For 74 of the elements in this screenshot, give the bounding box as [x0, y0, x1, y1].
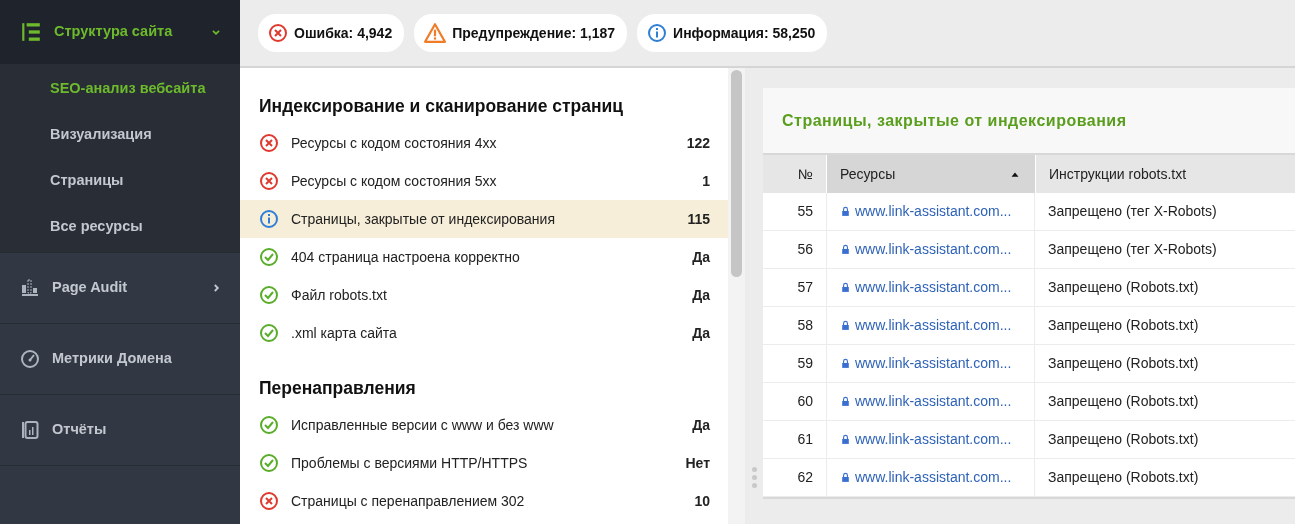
check-label: Исправленные версии с www и без www	[291, 415, 555, 435]
section-heading: Индексирование и сканирование страниц	[258, 94, 625, 118]
list-tree-icon	[20, 21, 42, 43]
row-number: 59	[763, 345, 826, 383]
robots-instruction: Запрещено (Robots.txt)	[1035, 459, 1295, 497]
row-number: 55	[763, 193, 826, 231]
lock-icon	[840, 206, 851, 217]
check-label: .xml карта сайта	[291, 323, 398, 343]
gauge-icon	[20, 349, 40, 369]
check-row[interactable]: .xml карта сайта Да	[240, 314, 728, 352]
robots-instruction: Запрещено (тег X-Robots)	[1035, 231, 1295, 269]
lock-icon	[840, 244, 851, 255]
lock-icon	[840, 434, 851, 445]
section-heading: Перенаправления	[258, 376, 417, 400]
row-number: 62	[763, 459, 826, 497]
check-value: Да	[692, 247, 710, 267]
row-number: 56	[763, 231, 826, 269]
sidebar-subitem[interactable]: Страницы	[0, 158, 240, 204]
sidebar-subitem[interactable]: Визуализация	[0, 112, 240, 158]
lock-icon	[840, 396, 851, 407]
resize-handle[interactable]	[751, 467, 757, 488]
check-row[interactable]: Ресурсы с кодом состояния 4xx 122	[240, 124, 728, 162]
sidebar-item[interactable]: Метрики Домена	[0, 324, 240, 394]
check-label: Страницы с перенаправлением 302	[291, 491, 526, 511]
sidebar-item[interactable]: Page Audit	[0, 253, 240, 323]
summary-badge[interactable]: Информация: 58,250	[637, 14, 828, 52]
sidebar-item[interactable]: Отчёты	[0, 395, 240, 465]
row-number: 61	[763, 421, 826, 459]
check-row[interactable]: Страницы, закрытые от индексирования 115	[240, 200, 728, 238]
check-label: Страницы, закрытые от индексирования	[291, 209, 556, 229]
robots-instruction: Запрещено (Robots.txt)	[1035, 307, 1295, 345]
sidebar-item[interactable]: Структура сайта	[0, 0, 240, 64]
robots-instruction: Запрещено (Robots.txt)	[1035, 269, 1295, 307]
check-label: Файл robots.txt	[291, 285, 388, 305]
check-value: Нет	[685, 453, 710, 473]
lock-icon	[840, 358, 851, 369]
robots-instruction: Запрещено (тег X-Robots)	[1035, 193, 1295, 231]
check-value: 115	[687, 209, 710, 229]
robots-instruction: Запрещено (Robots.txt)	[1035, 345, 1295, 383]
check-row[interactable]: Страницы с перенаправлением 302 10	[240, 482, 728, 520]
column-header[interactable]: Ресурсы	[826, 155, 1035, 193]
check-value: Да	[692, 415, 710, 435]
column-header[interactable]: №	[763, 155, 826, 193]
check-row[interactable]: Исправленные версии с www и без www Да	[240, 406, 728, 444]
details-title: Страницы, закрытые от индексирования	[763, 88, 1295, 155]
row-number: 60	[763, 383, 826, 421]
check-label: 404 страница настроена корректно	[291, 247, 521, 267]
lock-icon	[840, 320, 851, 331]
lock-icon	[840, 282, 851, 293]
row-number: 57	[763, 269, 826, 307]
bar-chart-icon	[20, 278, 40, 298]
sidebar-subitem[interactable]: SEO-анализ вебсайта	[0, 66, 240, 112]
check-value: Да	[692, 323, 710, 343]
check-row[interactable]: Ресурсы с кодом состояния 5xx 1	[240, 162, 728, 200]
summary-badge[interactable]: Ошибка: 4,942	[258, 14, 405, 52]
scrollbar-thumb[interactable]	[731, 70, 742, 277]
sidebar-subitem[interactable]: Все ресурсы	[0, 204, 240, 250]
summary-badge[interactable]: Предупреждение: 1,187	[414, 14, 628, 52]
check-label: Проблемы с версиями HTTP/HTTPS	[291, 453, 529, 473]
column-header[interactable]: Инструкции robots.txt	[1035, 155, 1295, 193]
row-number: 58	[763, 307, 826, 345]
check-row[interactable]: 404 страница настроена корректно Да	[240, 238, 728, 276]
check-row[interactable]: Проблемы с версиями HTTP/HTTPS Нет	[240, 444, 728, 482]
check-value: 1	[702, 171, 710, 191]
robots-instruction: Запрещено (Robots.txt)	[1035, 383, 1295, 421]
check-row[interactable]: Файл robots.txt Да	[240, 276, 728, 314]
check-value: 10	[694, 491, 710, 511]
robots-instruction: Запрещено (Robots.txt)	[1035, 421, 1295, 459]
check-label: Ресурсы с кодом состояния 4xx	[291, 133, 498, 153]
check-label: Ресурсы с кодом состояния 5xx	[291, 171, 498, 191]
check-value: Да	[692, 285, 710, 305]
check-value: 122	[686, 133, 710, 153]
lock-icon	[840, 472, 851, 483]
report-icon	[20, 420, 40, 440]
